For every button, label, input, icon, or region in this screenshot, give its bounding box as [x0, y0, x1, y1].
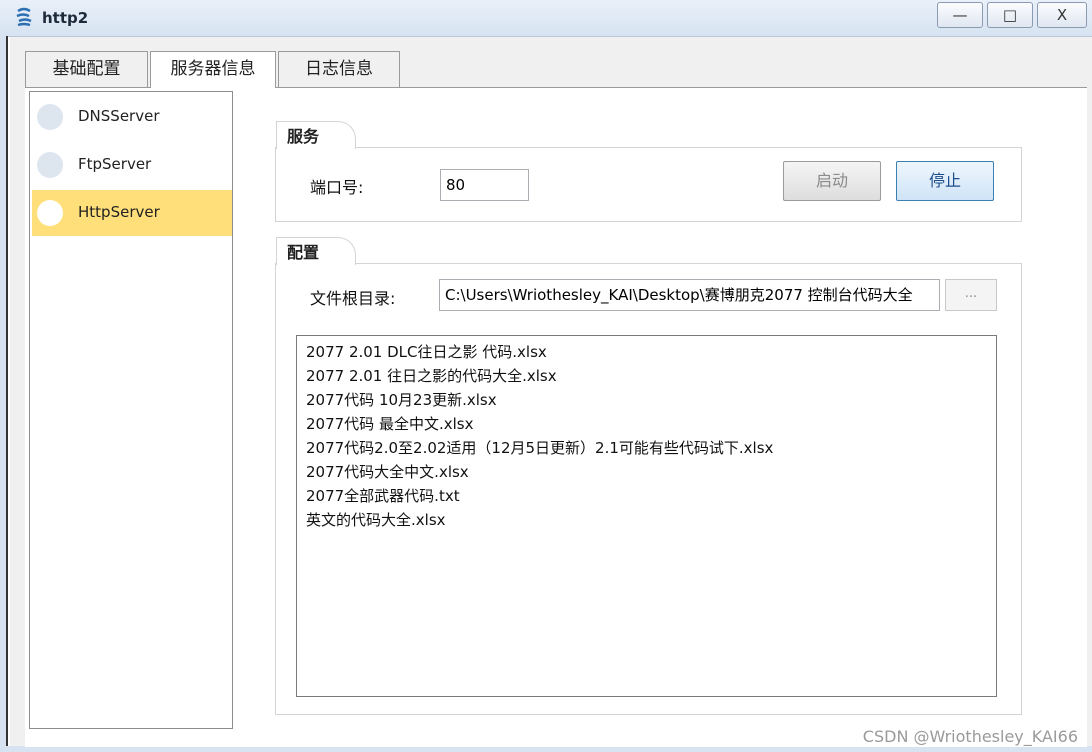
window-frame-left: [0, 36, 8, 752]
server-status-icon: [37, 152, 63, 178]
tab-label: 基础配置: [52, 59, 121, 79]
window-title: http2: [42, 9, 89, 27]
file-list-item[interactable]: 英文的代码大全.xlsx: [306, 508, 996, 532]
sidebar-item-httpserver[interactable]: HttpServer: [32, 190, 232, 236]
watermark: CSDN @Wriothesley_KAI66: [862, 727, 1078, 746]
sidebar-item-label: HttpServer: [78, 203, 160, 221]
tab-log-info[interactable]: 日志信息: [278, 51, 400, 87]
service-group: 服务 端口号: 80 启动 停止: [275, 121, 1022, 222]
sidebar-item-label: FtpServer: [78, 155, 152, 173]
tab-label: 服务器信息: [170, 59, 256, 79]
client-area: 基础配置 服务器信息 日志信息 DNSServer FtpServer Http…: [10, 37, 1092, 747]
file-list-item[interactable]: 2077代码 10月23更新.xlsx: [306, 388, 996, 412]
tab-server-info[interactable]: 服务器信息: [150, 51, 276, 88]
config-group-title: 配置: [276, 237, 357, 265]
start-button[interactable]: 启动: [783, 161, 881, 201]
maximize-button[interactable]: □: [987, 2, 1033, 28]
service-group-title: 服务: [276, 121, 357, 149]
sidebar-item-dnsserver[interactable]: DNSServer: [32, 94, 232, 140]
tab-label: 日志信息: [305, 59, 373, 79]
root-dir-label: 文件根目录:: [310, 289, 396, 308]
app-icon: [16, 7, 32, 27]
server-status-icon: [37, 104, 63, 130]
file-list-item[interactable]: 2077 2.01 DLC往日之影 代码.xlsx: [306, 340, 996, 364]
file-list-item[interactable]: 2077代码2.0至2.02适用（12月5日更新）2.1可能有些代码试下.xls…: [306, 436, 996, 460]
file-list-item[interactable]: 2077 2.01 往日之影的代码大全.xlsx: [306, 364, 996, 388]
server-status-icon: [37, 200, 63, 226]
root-dir-input[interactable]: C:\Users\Wriothesley_KAI\Desktop\赛博朋克207…: [439, 279, 940, 311]
port-input[interactable]: 80: [440, 169, 529, 201]
stop-button[interactable]: 停止: [896, 161, 994, 201]
port-label: 端口号:: [310, 178, 364, 197]
title-bar[interactable]: http2 — □ X: [0, 0, 1092, 37]
maximize-icon: □: [1002, 6, 1018, 24]
sidebar-item-ftpserver[interactable]: FtpServer: [32, 142, 232, 188]
close-icon: X: [1056, 6, 1068, 24]
minimize-button[interactable]: —: [937, 2, 983, 28]
browse-button[interactable]: ...: [945, 279, 997, 311]
tab-basic-config[interactable]: 基础配置: [25, 51, 148, 87]
config-group: 配置 文件根目录: C:\Users\Wriothesley_KAI\Deskt…: [275, 237, 1022, 715]
minimize-icon: —: [952, 6, 968, 24]
server-info-panel: DNSServer FtpServer HttpServer 服务 端口号: 8…: [25, 87, 1087, 747]
file-list-item[interactable]: 2077全部武器代码.txt: [306, 484, 996, 508]
file-list[interactable]: 2077 2.01 DLC往日之影 代码.xlsx 2077 2.01 往日之影的…: [296, 335, 997, 697]
sidebar-item-label: DNSServer: [78, 107, 160, 125]
server-list[interactable]: DNSServer FtpServer HttpServer: [29, 91, 233, 729]
close-button[interactable]: X: [1037, 2, 1087, 28]
file-list-item[interactable]: 2077代码大全中文.xlsx: [306, 460, 996, 484]
file-list-item[interactable]: 2077代码 最全中文.xlsx: [306, 412, 996, 436]
